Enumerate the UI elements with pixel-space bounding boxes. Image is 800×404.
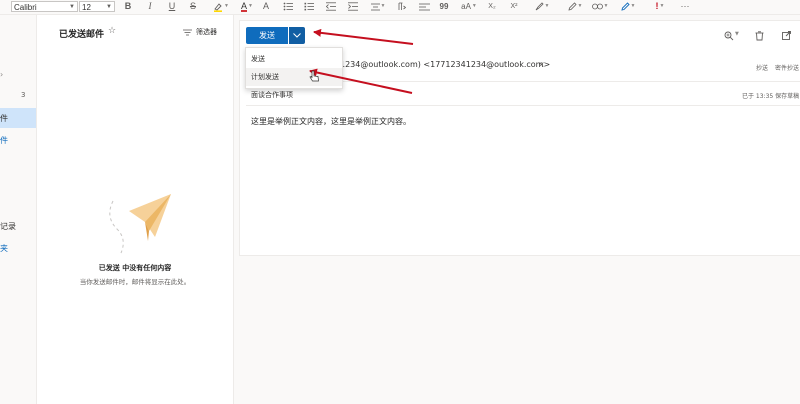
format-painter-button[interactable]: A: [260, 1, 272, 12]
cc-link[interactable]: 抄送: [756, 63, 768, 72]
folder-item-new[interactable]: 夹: [0, 242, 36, 254]
format-painter-icon: A: [262, 1, 269, 11]
menu-item-schedule-send[interactable]: 计划发送: [246, 68, 342, 86]
draft-saved-status: 已于 13:35 保存草稿: [742, 93, 800, 100]
message-list-pane: 已发送邮件 ☆ 筛选器 已发送 中没有任何内容 当你发送邮件时，邮件将显示在此处…: [37, 15, 234, 404]
chevron-down-icon: ▼: [69, 4, 75, 10]
font-name-combo[interactable]: Calibri ▼: [11, 1, 78, 12]
link-text-icon: [418, 3, 430, 11]
italic-button[interactable]: I: [145, 1, 155, 12]
send-options-dropdown[interactable]: [289, 27, 305, 44]
link-icon: [591, 3, 603, 10]
font-size-combo[interactable]: 12 ▼: [79, 1, 115, 12]
more-options-button[interactable]: ···: [678, 1, 692, 12]
align-center-icon: [370, 3, 380, 11]
change-case-button[interactable]: aA▼: [459, 1, 479, 12]
strikethrough-button[interactable]: S: [188, 1, 198, 12]
empty-state-title: 已发送 中没有任何内容: [98, 264, 172, 272]
chevron-down-icon: ▼: [106, 4, 112, 10]
quote-button[interactable]: 99: [438, 1, 450, 12]
folder-label: 件: [0, 114, 8, 123]
font-name-value: Calibri: [14, 3, 37, 12]
font-size-value: 12: [82, 3, 91, 12]
empty-state-subtitle: 当你发送邮件时，邮件将显示在此处。: [79, 278, 191, 286]
compose-form: 发送 发送 计划发送 1234@outlook.com) <1771234123…: [239, 20, 800, 256]
unread-count: 3: [21, 91, 26, 99]
bullet-list-icon: [283, 2, 293, 11]
paragraph-direction-button[interactable]: [395, 1, 407, 12]
superscript-button[interactable]: X²: [508, 1, 520, 12]
menu-item-send[interactable]: 发送: [246, 50, 342, 68]
folder-item-sent[interactable]: 件: [0, 108, 36, 128]
folder-item-history[interactable]: 记录: [0, 220, 36, 232]
bullets-button[interactable]: [283, 1, 293, 12]
align-button[interactable]: ▼: [368, 1, 388, 12]
bcc-link[interactable]: 密件抄送: [775, 63, 799, 72]
importance-button[interactable]: !▼: [650, 1, 670, 12]
folder-item[interactable]: 件: [0, 134, 36, 146]
change-case-icon: aA: [461, 2, 471, 11]
subscript-button[interactable]: X₂: [486, 1, 498, 12]
text-direction-icon: [398, 2, 407, 11]
favorite-star-icon[interactable]: ☆: [108, 26, 116, 36]
chevron-down-icon: ▼: [735, 31, 739, 37]
bold-button[interactable]: B: [123, 1, 133, 12]
increase-indent-button[interactable]: [348, 1, 358, 12]
highlight-button[interactable]: ▼: [210, 1, 232, 12]
folder-label: 记录: [0, 222, 16, 231]
numbered-list-icon: [304, 2, 314, 11]
remove-recipient-icon[interactable]: ×: [538, 60, 545, 69]
font-color-icon: A: [241, 1, 248, 12]
indent-icon: [348, 2, 358, 11]
paper-plane-icon: [109, 194, 171, 254]
filter-icon: [183, 29, 192, 36]
send-options-menu: 发送 计划发送: [245, 47, 343, 89]
highlighter-icon: [214, 2, 223, 12]
folder-label: 件: [0, 136, 8, 145]
folder-label: 夹: [0, 244, 8, 253]
font-color-button[interactable]: A▼: [236, 1, 258, 12]
discard-trash-icon[interactable]: [755, 31, 764, 41]
draw-button[interactable]: ▼: [565, 1, 585, 12]
chevron-down-icon: [293, 33, 301, 38]
filter-label: 筛选器: [196, 28, 217, 36]
folder-item-with-count[interactable]: 3: [0, 91, 36, 101]
signature-pen-icon: [620, 2, 630, 11]
signature-button[interactable]: ▼: [618, 1, 638, 12]
send-button[interactable]: 发送: [246, 27, 288, 44]
reading-pane: 发送 发送 计划发送 1234@outlook.com) <1771234123…: [234, 15, 800, 404]
folder-navigation: › 3 件 件 记录 夹: [0, 15, 37, 404]
chevron-right-icon: ›: [0, 70, 4, 79]
subject-field[interactable]: 面谈合作事项: [251, 90, 293, 100]
insert-link-text-button[interactable]: [418, 1, 430, 12]
divider: [246, 105, 800, 106]
styles-button[interactable]: ▼: [532, 1, 552, 12]
folder-item[interactable]: ›: [0, 70, 36, 80]
folder-title: 已发送邮件: [59, 30, 105, 40]
numbering-button[interactable]: [304, 1, 314, 12]
link-button[interactable]: ▼: [590, 1, 610, 12]
styles-brush-icon: [535, 2, 544, 11]
decrease-indent-button[interactable]: [325, 1, 336, 12]
zoom-button[interactable]: ▼: [724, 30, 740, 42]
pop-out-icon[interactable]: [782, 31, 791, 41]
exclamation-icon: !: [655, 1, 659, 11]
outdent-icon: [325, 2, 336, 11]
formatting-toolbar: Calibri ▼ 12 ▼ B I U S ▼ A▼ A ▼ 99 aA▼ X…: [0, 0, 800, 15]
message-body[interactable]: 这里是举例正文内容，这里是举例正文内容。: [251, 116, 411, 127]
recipient-chip[interactable]: 1234@outlook.com) <17712341234@outlook.c…: [340, 60, 550, 69]
zoom-icon: [724, 31, 734, 41]
underline-button[interactable]: U: [167, 1, 177, 12]
pen-icon: [567, 2, 577, 11]
